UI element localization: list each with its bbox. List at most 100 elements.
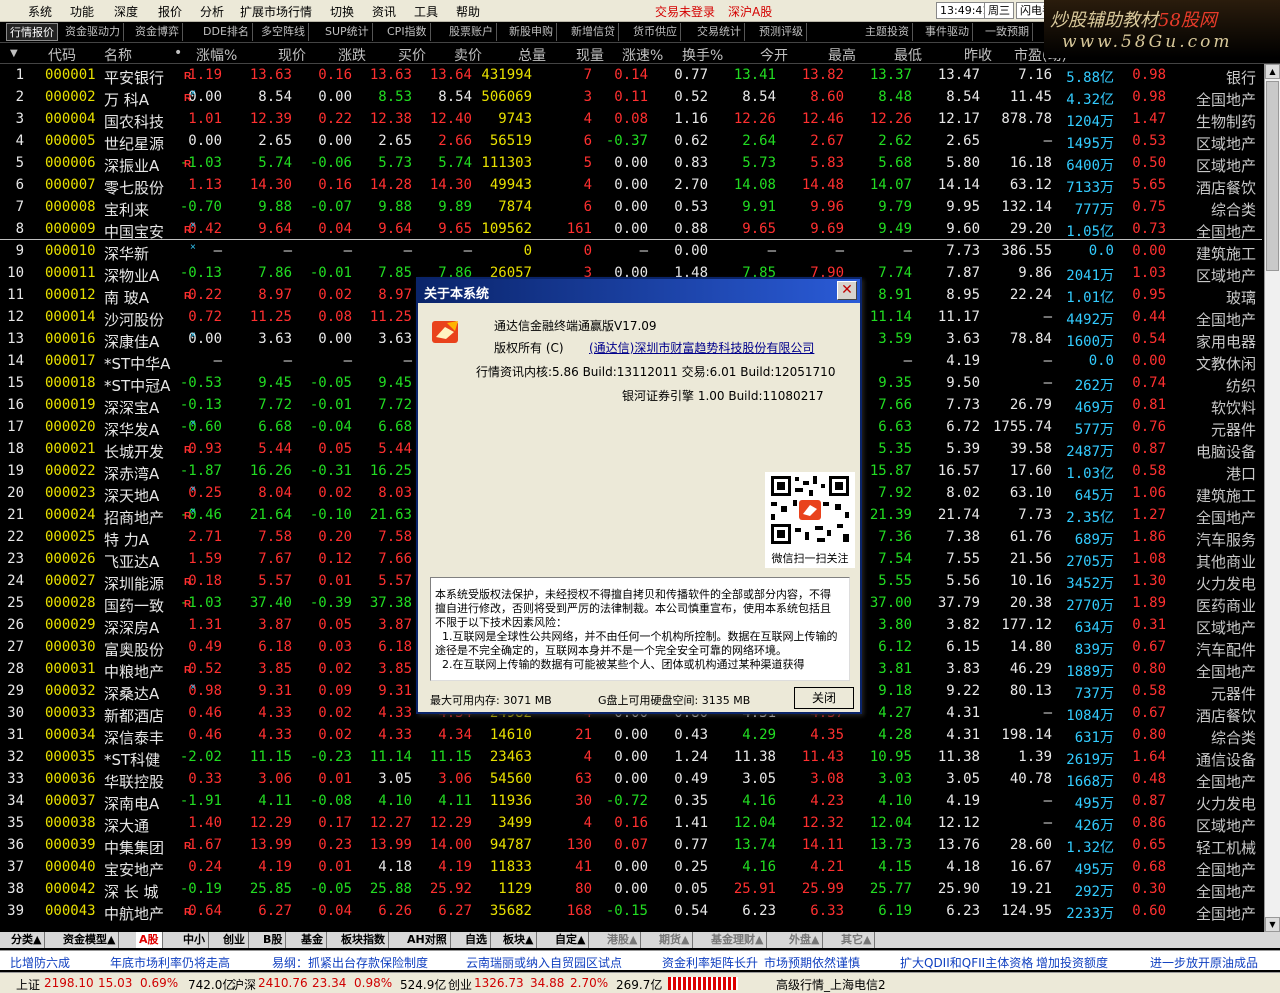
table-row[interactable]: 39 000043 中航地产 0.64 6.27 0.04 6.26 6.27 35682 168…	[0, 900, 1262, 924]
row-index[interactable]: 29	[7, 683, 24, 699]
stock-name[interactable]: 长城开发	[104, 441, 164, 462]
stock-name[interactable]: 深深房A	[104, 617, 159, 638]
sheet-tab-1[interactable]: 资金模型▲	[60, 932, 120, 948]
sheet-tab-15[interactable]: 外盘▲	[786, 932, 824, 948]
col-header-15[interactable]: 昨收	[964, 45, 992, 65]
col-header-0[interactable]: 代码	[48, 45, 76, 65]
stock-code[interactable]: 000036	[45, 771, 96, 787]
tab-7[interactable]: 股票账户	[446, 23, 497, 41]
row-index[interactable]: 9	[16, 243, 24, 259]
sheet-tab-4[interactable]: 创业	[220, 932, 249, 948]
stock-code[interactable]: 000009	[45, 221, 96, 237]
row-index[interactable]: 7	[16, 199, 24, 215]
table-row[interactable]: 38 000042 深 长 城 -0.19 25.85 -0.05 25.88 25.92 11…	[0, 878, 1262, 901]
row-index[interactable]: 37	[7, 859, 24, 875]
row-index[interactable]: 5	[16, 155, 24, 171]
stock-code[interactable]: 000024	[45, 507, 96, 523]
col-header-7[interactable]: 卖价	[454, 45, 482, 65]
sheet-tab-3[interactable]: 中小	[180, 932, 209, 948]
close-button[interactable]: 关闭	[794, 687, 854, 709]
sheet-tab-14[interactable]: 基金理财▲	[708, 932, 768, 948]
stock-code[interactable]: 000016	[45, 331, 96, 347]
menu-item-5[interactable]: 扩展市场行情	[240, 3, 312, 20]
stock-code[interactable]: 000018	[45, 375, 96, 391]
stock-name[interactable]: 国药一致	[104, 595, 164, 616]
row-index[interactable]: 16	[7, 397, 24, 413]
stock-name[interactable]: 中粮地产	[104, 661, 164, 682]
news-headline-6[interactable]: 扩大QDII和QFII主体资格	[900, 954, 1033, 971]
row-index[interactable]: 25	[7, 595, 24, 611]
stock-code[interactable]: 000033	[45, 705, 96, 721]
stock-name[interactable]: 沙河股份	[104, 309, 164, 330]
dialog-close-icon[interactable]: ✕	[837, 281, 857, 300]
row-index[interactable]: 20	[7, 485, 24, 501]
row-index[interactable]: 32	[7, 749, 24, 765]
row-index[interactable]: 39	[7, 903, 24, 919]
row-index[interactable]: 27	[7, 639, 24, 655]
row-index[interactable]: 19	[7, 463, 24, 479]
col-header-12[interactable]: 今开	[760, 45, 788, 65]
col-header-5[interactable]: 涨跌	[338, 45, 366, 65]
col-header-13[interactable]: 最高	[828, 45, 856, 65]
tab-1[interactable]: 资金驱动力	[62, 23, 124, 41]
stock-name[interactable]: 深南电A	[104, 793, 159, 814]
table-row[interactable]: 8 000009 中国宝安 0.42 9.64 0.04 9.64 9.65 109562 161…	[0, 218, 1262, 242]
news-headline-0[interactable]: 比增防六成	[10, 954, 70, 971]
col-header-11[interactable]: 换手%	[682, 45, 723, 65]
row-index[interactable]: 21	[7, 507, 24, 523]
row-index[interactable]: 38	[7, 881, 24, 897]
stock-code[interactable]: 000039	[45, 837, 96, 853]
row-index[interactable]: 33	[7, 771, 24, 787]
stock-code[interactable]: 000043	[45, 903, 96, 919]
stock-code[interactable]: 000027	[45, 573, 96, 589]
news-headline-1[interactable]: 年底市场利率仍将走高	[110, 954, 230, 971]
sheet-tab-6[interactable]: 基金	[298, 932, 327, 948]
table-row[interactable]: 9 000010 深华新 — — — — — 0 0 — 0.00 — — — 7.73 386.55 0.0 0.…	[0, 240, 1262, 263]
row-index[interactable]: 26	[7, 617, 24, 633]
tab-15[interactable]: 一致预期	[982, 23, 1033, 41]
stock-name[interactable]: 中航地产	[104, 903, 164, 924]
stock-code[interactable]: 000029	[45, 617, 96, 633]
row-index[interactable]: 15	[7, 375, 24, 391]
market-selector[interactable]: 深沪A股	[728, 3, 772, 20]
stock-code[interactable]: 000019	[45, 397, 96, 413]
sheet-tab-8[interactable]: AH对照	[404, 932, 451, 948]
row-index[interactable]: 12	[7, 309, 24, 325]
stock-code[interactable]: 000035	[45, 749, 96, 765]
stock-name[interactable]: 平安银行	[104, 67, 164, 88]
row-index[interactable]: 36	[7, 837, 24, 853]
stock-name[interactable]: 深物业A	[104, 265, 159, 286]
scroll-down-arrow-icon[interactable]: ▼	[1265, 917, 1280, 932]
news-headline-3[interactable]: 云南瑞丽或纳入自贸园区试点	[466, 954, 622, 971]
stock-name[interactable]: *ST科健	[104, 749, 160, 770]
stock-name[interactable]: 国农科技	[104, 111, 164, 132]
table-row[interactable]: 7 000008 宝利来 -0.70 9.88 -0.07 9.88 9.89 7874 6 0.0…	[0, 196, 1262, 219]
sheet-tab-2[interactable]: A股	[136, 932, 163, 948]
table-row[interactable]: 35 000038 深大通 1.40 12.29 0.17 12.27 12.29 3499 4 0…	[0, 812, 1262, 835]
sheet-tab-12[interactable]: 港股▲	[604, 932, 642, 948]
stock-name[interactable]: 零七股份	[104, 177, 164, 198]
col-header-1[interactable]: 名称	[104, 45, 132, 65]
sheet-tab-10[interactable]: 板块▲	[500, 932, 538, 948]
row-index[interactable]: 23	[7, 551, 24, 567]
stock-name[interactable]: 深信泰丰	[104, 727, 164, 748]
stock-code[interactable]: 000031	[45, 661, 96, 677]
stock-code[interactable]: 000002	[45, 89, 96, 105]
sheet-tab-11[interactable]: 自定▲	[552, 932, 590, 948]
stock-name[interactable]: 中国宝安	[104, 221, 164, 242]
stock-code[interactable]: 000014	[45, 309, 96, 325]
stock-name[interactable]: *ST中华A	[104, 353, 170, 374]
stock-code[interactable]: 000004	[45, 111, 96, 127]
scroll-thumb[interactable]	[1266, 81, 1279, 271]
row-index[interactable]: 24	[7, 573, 24, 589]
stock-code[interactable]: 000010	[45, 243, 96, 259]
stock-code[interactable]: 000006	[45, 155, 96, 171]
stock-name[interactable]: 深圳能源	[104, 573, 164, 594]
menu-item-7[interactable]: 资讯	[372, 3, 396, 20]
stock-code[interactable]: 000001	[45, 67, 96, 83]
stock-name[interactable]: 深康佳A	[104, 331, 159, 352]
trade-status[interactable]: 交易未登录	[655, 3, 715, 20]
stock-code[interactable]: 000042	[45, 881, 96, 897]
stock-code[interactable]: 000005	[45, 133, 96, 149]
menu-item-2[interactable]: 深度	[114, 3, 138, 20]
